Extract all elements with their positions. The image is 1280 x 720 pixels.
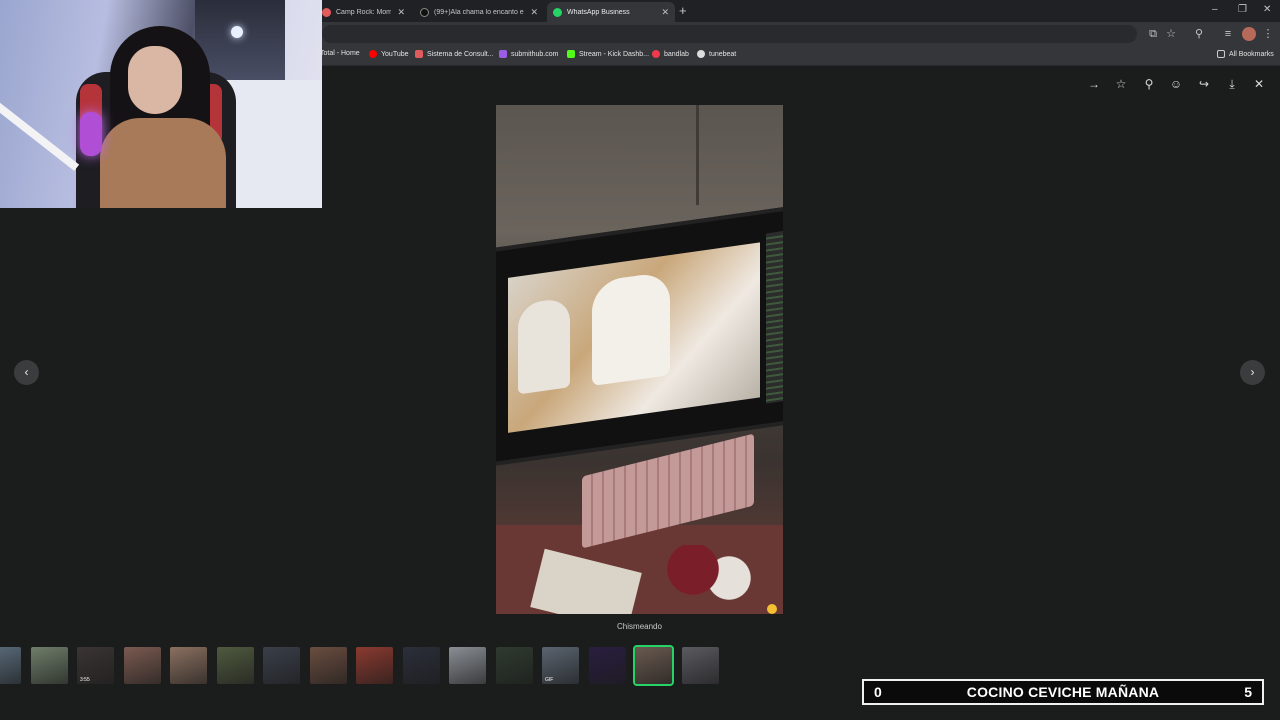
tab-tiktok[interactable]: (99+)Ala chama lo encanto el c ✕	[414, 2, 544, 22]
restore-button[interactable]: ❐	[1238, 4, 1247, 15]
bookmark-label: submithub.com	[511, 50, 559, 58]
download-icon[interactable]: ⤓	[1224, 76, 1240, 92]
next-media-button[interactable]: ›	[1240, 360, 1265, 385]
microphone	[80, 112, 102, 156]
bookmark-item[interactable]: submithub.com	[499, 50, 558, 58]
media-thumbnail[interactable]	[496, 647, 533, 684]
counter-label: COCINO CEVICHE MAÑANA	[966, 684, 1160, 700]
minimize-button[interactable]: –	[1212, 4, 1218, 15]
tab-close-icon[interactable]: ✕	[397, 7, 405, 18]
tab-title: (99+)Ala chama lo encanto el c	[434, 8, 525, 16]
install-app-icon[interactable]: ⧉	[1146, 27, 1160, 41]
reaction-emoji-icon	[767, 604, 777, 614]
counter-right-value: 5	[1244, 684, 1252, 700]
new-tab-button[interactable]: +	[679, 3, 687, 18]
media-thumbnail[interactable]	[403, 647, 440, 684]
bookmark-item[interactable]: Sistema de Consult...	[415, 50, 494, 58]
bookmark-label: Total - Home	[320, 50, 360, 57]
previous-media-button[interactable]: ‹	[14, 360, 39, 385]
bookmark-item[interactable]: bandlab	[652, 50, 689, 58]
media-thumbnail[interactable]	[449, 647, 486, 684]
all-bookmarks-button[interactable]: All Bookmarks	[1217, 50, 1274, 58]
media-thumbnail[interactable]: GIF	[542, 647, 579, 684]
media-thumbnail[interactable]: 3:55	[77, 647, 114, 684]
media-thumbnail[interactable]	[0, 647, 21, 684]
media-thumbnail[interactable]	[310, 647, 347, 684]
pin-icon[interactable]: ⚲	[1141, 76, 1157, 92]
monitor-in-photo	[496, 205, 783, 467]
bookmark-star-icon[interactable]: ☆	[1164, 27, 1178, 41]
extensions-icon[interactable]: ⚲	[1192, 27, 1206, 41]
tab-close-icon[interactable]: ✕	[530, 7, 538, 18]
bookmark-item[interactable]: YouTube	[369, 50, 409, 58]
media-thumbnail[interactable]	[589, 647, 626, 684]
globe-icon	[697, 50, 705, 58]
media-controls-icon[interactable]: ≡	[1221, 27, 1235, 41]
bandlab-icon	[652, 50, 660, 58]
close-icon[interactable]: ✕	[1251, 76, 1267, 92]
media-photo	[496, 105, 783, 614]
media-caption: Chismeando	[617, 622, 662, 631]
kick-icon	[567, 50, 575, 58]
bookmark-label: YouTube	[381, 50, 409, 58]
bookmark-label: bandlab	[664, 50, 689, 58]
stream-goal-counter: 0 COCINO CEVICHE MAÑANA 5	[862, 679, 1264, 705]
folder-icon	[1217, 50, 1225, 58]
tab-camp-rock[interactable]: Camp Rock: Momentos lo ✕	[316, 2, 411, 22]
media-thumbnail[interactable]	[170, 647, 207, 684]
whatsapp-icon	[553, 7, 562, 17]
bookmark-favicon-icon	[499, 50, 507, 58]
media-thumbnail[interactable]	[217, 647, 254, 684]
tab-favicon-icon	[322, 7, 331, 17]
tab-whatsapp-business[interactable]: WhatsApp Business ✕	[547, 2, 675, 22]
bookmark-item[interactable]: tunebeat	[697, 50, 736, 58]
bookmark-item[interactable]: Total - Home	[320, 50, 360, 57]
menu-icon[interactable]: ⋮	[1261, 27, 1275, 41]
bookmark-label: Stream - Kick Dashb...	[579, 50, 650, 58]
address-bar[interactable]	[322, 25, 1137, 43]
profile-avatar[interactable]	[1242, 27, 1256, 41]
window-close-button[interactable]: ✕	[1263, 4, 1271, 15]
bookmark-label: Sistema de Consult...	[427, 50, 494, 58]
media-thumbnail[interactable]	[633, 645, 674, 686]
thumbnail-badge: GIF	[545, 677, 554, 683]
media-thumbnail[interactable]	[31, 647, 68, 684]
tab-title: Camp Rock: Momentos lo	[336, 8, 392, 16]
media-thumbnail[interactable]	[682, 647, 719, 684]
bookmark-item[interactable]: Stream - Kick Dashb...	[567, 50, 649, 58]
webcam-overlay	[0, 0, 322, 208]
youtube-icon	[369, 50, 377, 58]
bookmark-label: All Bookmarks	[1229, 50, 1274, 58]
counter-left-value: 0	[874, 684, 882, 700]
tiktok-icon	[420, 7, 429, 17]
emoji-icon[interactable]: ☺	[1168, 76, 1184, 92]
media-thumbnail[interactable]	[124, 647, 161, 684]
media-thumbnail[interactable]	[356, 647, 393, 684]
tab-close-icon[interactable]: ✕	[661, 7, 669, 18]
tab-title: WhatsApp Business	[567, 8, 630, 16]
media-thumbnail[interactable]	[263, 647, 300, 684]
forward-icon[interactable]: →	[1086, 76, 1102, 92]
bookmark-label: tunebeat	[709, 50, 737, 58]
bookmark-favicon-icon	[415, 50, 423, 58]
thumbnail-badge: 3:55	[80, 677, 90, 683]
screen: Camp Rock: Momentos lo ✕ (99+)Ala chama …	[0, 0, 1280, 720]
star-icon[interactable]: ☆	[1113, 76, 1129, 92]
share-icon[interactable]: ↪	[1196, 76, 1212, 92]
